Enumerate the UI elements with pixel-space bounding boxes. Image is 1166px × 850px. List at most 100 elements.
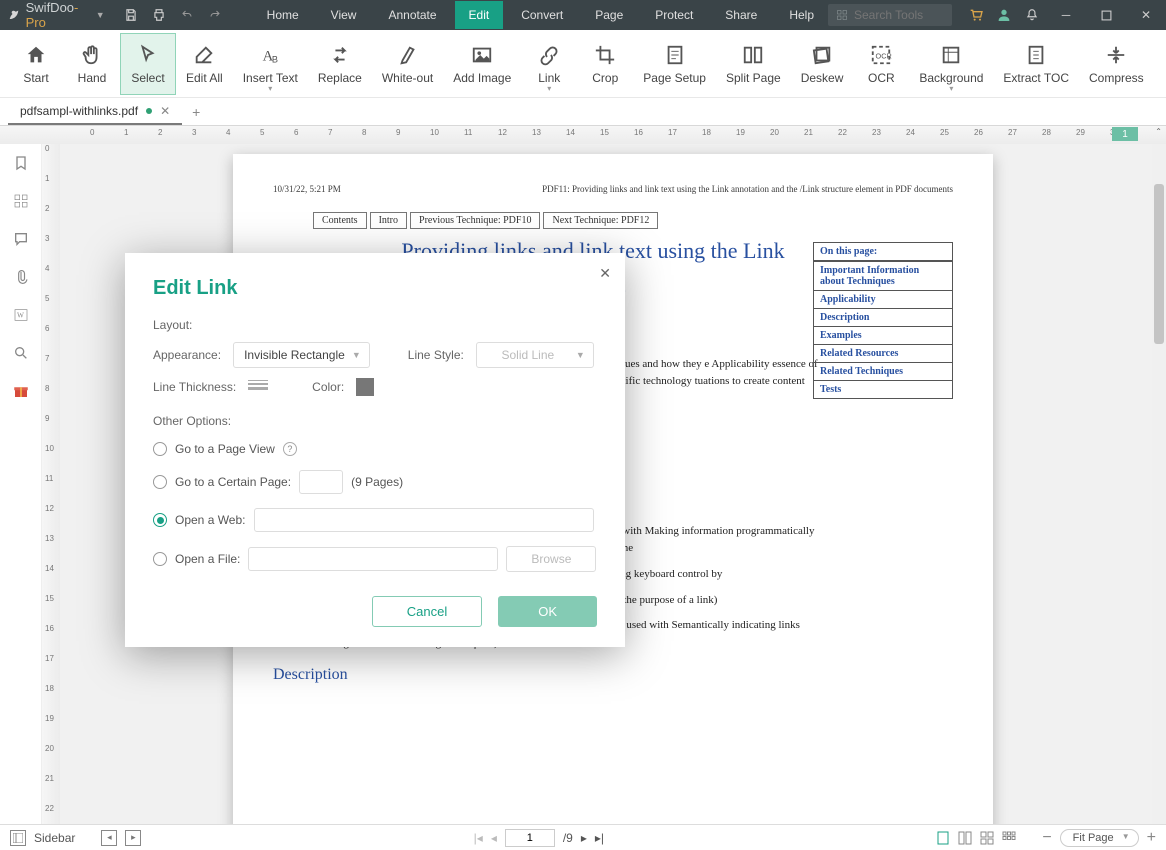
next-page-icon[interactable]: ▸ bbox=[581, 831, 587, 845]
zoom-select[interactable]: Fit Page▼ bbox=[1060, 829, 1139, 847]
panel-prev-icon[interactable]: ◂ bbox=[101, 830, 117, 846]
doc-nav-item[interactable]: Intro bbox=[370, 212, 407, 229]
menu-annotate[interactable]: Annotate bbox=[374, 1, 450, 29]
crop-icon bbox=[594, 43, 616, 67]
undo-icon[interactable] bbox=[179, 7, 195, 23]
bell-icon[interactable] bbox=[1018, 0, 1046, 30]
zoom-in-icon[interactable]: + bbox=[1147, 829, 1156, 847]
last-page-icon[interactable]: ▸| bbox=[595, 831, 604, 845]
close-icon[interactable]: ✕ bbox=[1126, 0, 1166, 30]
sidebar-toggle-icon[interactable] bbox=[10, 830, 26, 846]
tab-close-icon[interactable]: ✕ bbox=[160, 104, 170, 118]
web-url-field[interactable] bbox=[254, 508, 594, 532]
tool-select[interactable]: Select bbox=[120, 33, 176, 95]
view-single-icon[interactable] bbox=[936, 831, 950, 845]
tool-add-image[interactable]: Add Image bbox=[443, 33, 521, 95]
cart-icon[interactable] bbox=[962, 0, 990, 30]
radio-certain-page[interactable] bbox=[153, 475, 167, 489]
menu-share[interactable]: Share bbox=[711, 1, 771, 29]
tool-replace[interactable]: Replace bbox=[308, 33, 372, 95]
search-tools[interactable] bbox=[828, 4, 952, 26]
background-icon bbox=[940, 43, 962, 67]
dialog-title: Edit Link bbox=[153, 277, 597, 300]
on-this-item[interactable]: Related Techniques bbox=[814, 362, 952, 380]
tool-crop[interactable]: Crop bbox=[577, 33, 633, 95]
linestyle-select[interactable]: Solid Line▼ bbox=[476, 342, 594, 368]
radio-open-file[interactable] bbox=[153, 552, 167, 566]
zoom-out-icon[interactable]: − bbox=[1042, 829, 1051, 847]
view-continuous-icon[interactable] bbox=[958, 831, 972, 845]
tool-extract-toc[interactable]: Extract TOC bbox=[993, 33, 1079, 95]
dialog-close-icon[interactable]: ✕ bbox=[599, 265, 611, 282]
attachment-icon[interactable] bbox=[10, 266, 32, 288]
tool-edit-all[interactable]: Edit All bbox=[176, 33, 233, 95]
radio-open-web[interactable] bbox=[153, 513, 167, 527]
first-page-icon[interactable]: |◂ bbox=[474, 831, 483, 845]
app-logo[interactable]: SwifDoo-Pro ▼ bbox=[0, 0, 113, 30]
maximize-icon[interactable] bbox=[1086, 0, 1126, 30]
layout-label: Layout: bbox=[153, 318, 597, 332]
doc-nav-item[interactable]: Next Technique: PDF12 bbox=[543, 212, 658, 229]
panel-next-icon[interactable]: ▸ bbox=[125, 830, 141, 846]
color-picker[interactable] bbox=[356, 378, 374, 396]
appearance-select[interactable]: Invisible Rectangle▼ bbox=[233, 342, 370, 368]
scrollbar-thumb[interactable] bbox=[1154, 184, 1164, 344]
on-this-item[interactable]: Description bbox=[814, 308, 952, 326]
bookmark-icon[interactable] bbox=[10, 152, 32, 174]
radio-pageview[interactable] bbox=[153, 442, 167, 456]
menu-protect[interactable]: Protect bbox=[641, 1, 707, 29]
page-indicator: 1 bbox=[1112, 127, 1138, 141]
file-path-field[interactable] bbox=[248, 547, 498, 571]
doc-nav-item[interactable]: Contents bbox=[313, 212, 367, 229]
tool-background[interactable]: Background▾ bbox=[909, 33, 993, 95]
app-menu-caret[interactable]: ▼ bbox=[96, 10, 105, 20]
add-tab-button[interactable]: + bbox=[182, 99, 210, 125]
tool-link[interactable]: Link▾ bbox=[521, 33, 577, 95]
cancel-button[interactable]: Cancel bbox=[372, 596, 482, 627]
tool-hand[interactable]: Hand bbox=[64, 33, 120, 95]
vertical-scrollbar[interactable] bbox=[1152, 144, 1166, 824]
word-icon[interactable]: W bbox=[10, 304, 32, 326]
tool-split-page[interactable]: Split Page bbox=[716, 33, 791, 95]
prev-page-icon[interactable]: ◂ bbox=[491, 831, 497, 845]
gift-icon[interactable] bbox=[10, 380, 32, 402]
search-icon[interactable] bbox=[10, 342, 32, 364]
save-icon[interactable] bbox=[123, 7, 139, 23]
redo-icon[interactable] bbox=[207, 7, 223, 23]
thumbnails-icon[interactable] bbox=[10, 190, 32, 212]
tool-deskew[interactable]: Deskew bbox=[791, 33, 854, 95]
tool-white-out[interactable]: White-out bbox=[372, 33, 443, 95]
on-this-item[interactable]: Important Information about Techniques bbox=[814, 261, 952, 290]
minimize-icon[interactable]: ─ bbox=[1046, 0, 1086, 30]
print-icon[interactable] bbox=[151, 7, 167, 23]
menu-home[interactable]: Home bbox=[253, 1, 313, 29]
ok-button[interactable]: OK bbox=[498, 596, 597, 627]
search-tools-input[interactable] bbox=[854, 8, 944, 22]
document-tab[interactable]: pdfsampl-withlinks.pdf ✕ bbox=[8, 99, 182, 125]
on-this-item[interactable]: Tests bbox=[814, 380, 952, 398]
tool-insert-text[interactable]: ABInsert Text▾ bbox=[233, 33, 308, 95]
page-number-field[interactable] bbox=[299, 470, 343, 494]
browse-button[interactable]: Browse bbox=[506, 546, 596, 572]
on-this-item[interactable]: Examples bbox=[814, 326, 952, 344]
menu-view[interactable]: View bbox=[317, 1, 371, 29]
comment-icon[interactable] bbox=[10, 228, 32, 250]
menu-help[interactable]: Help bbox=[775, 1, 828, 29]
tool-page-setup[interactable]: Page Setup bbox=[633, 33, 716, 95]
thickness-picker[interactable] bbox=[248, 380, 268, 394]
on-this-item[interactable]: Applicability bbox=[814, 290, 952, 308]
page-number-input[interactable] bbox=[505, 829, 555, 847]
collapse-ruler-icon[interactable]: ⌃ bbox=[1155, 127, 1162, 136]
user-icon[interactable] bbox=[990, 0, 1018, 30]
on-this-item[interactable]: Related Resources bbox=[814, 344, 952, 362]
help-icon[interactable]: ? bbox=[283, 442, 297, 456]
tool-compress[interactable]: Compress bbox=[1079, 33, 1154, 95]
menu-page[interactable]: Page bbox=[581, 1, 637, 29]
tool-start[interactable]: Start bbox=[8, 33, 64, 95]
menu-convert[interactable]: Convert bbox=[507, 1, 577, 29]
view-grid-icon[interactable] bbox=[1002, 831, 1016, 845]
doc-nav-item[interactable]: Previous Technique: PDF10 bbox=[410, 212, 540, 229]
tool-ocr[interactable]: OCROCR bbox=[853, 33, 909, 95]
view-facing-icon[interactable] bbox=[980, 831, 994, 845]
menu-edit[interactable]: Edit bbox=[455, 1, 504, 29]
